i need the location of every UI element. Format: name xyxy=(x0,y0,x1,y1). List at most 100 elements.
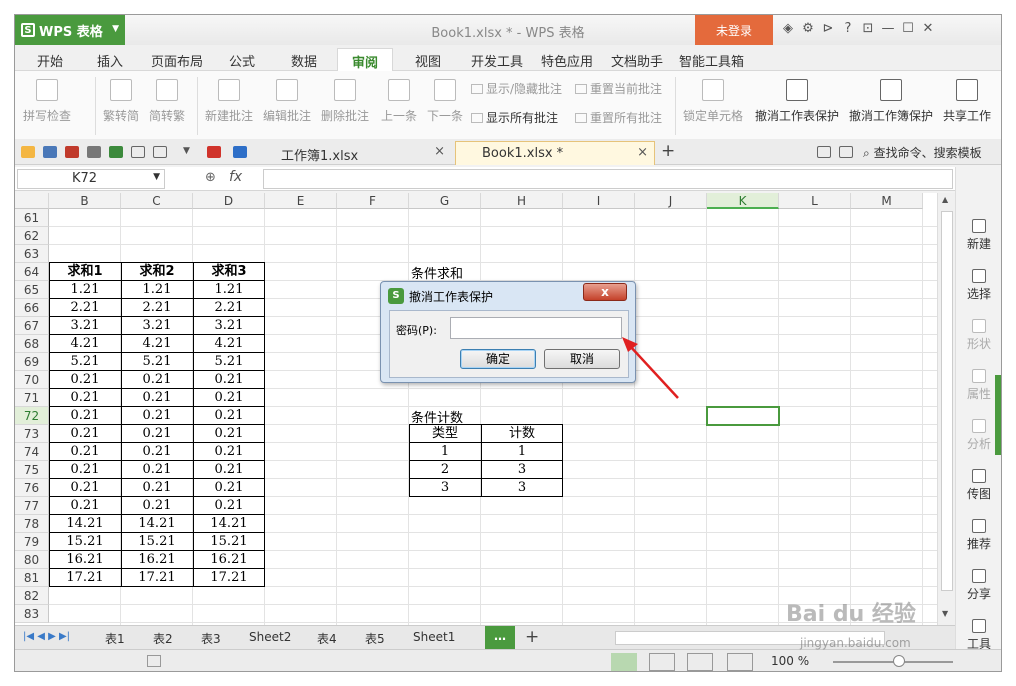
sheet-tab[interactable]: Sheet1 xyxy=(413,630,455,644)
row-header[interactable]: 63 xyxy=(15,245,49,263)
minimize-button[interactable]: — xyxy=(881,21,895,36)
normal-view-icon[interactable] xyxy=(611,653,637,671)
password-input[interactable] xyxy=(450,317,622,339)
cell[interactable]: 求和1 xyxy=(49,263,121,281)
zoom-level[interactable]: 100 % xyxy=(771,654,809,668)
cell[interactable]: 0.21 xyxy=(193,497,265,515)
row-header[interactable]: 82 xyxy=(15,587,49,605)
cell[interactable]: 类型 xyxy=(409,425,481,443)
reset-current-comment-button[interactable]: 重置当前批注 xyxy=(575,80,662,97)
cell[interactable]: 4.21 xyxy=(49,335,121,353)
trad-to-simp-button[interactable]: 繁转简 xyxy=(103,79,139,124)
maximize-button[interactable]: ☐ xyxy=(901,21,915,36)
cell[interactable]: 计数 xyxy=(481,425,563,443)
cell[interactable]: 2.21 xyxy=(193,299,265,317)
sheet-tab[interactable]: 表3 xyxy=(201,630,221,647)
delete-comment-button[interactable]: 删除批注 xyxy=(321,79,369,124)
cube-icon[interactable] xyxy=(233,146,247,158)
next-comment-button[interactable]: 下一条 xyxy=(427,79,463,124)
selected-cell-K72[interactable] xyxy=(706,406,780,426)
column-header[interactable]: F xyxy=(337,193,409,209)
tab-doc-assistant[interactable]: 文档助手 xyxy=(611,51,663,70)
open-icon[interactable] xyxy=(21,146,35,158)
cell[interactable]: 5.21 xyxy=(193,353,265,371)
cell[interactable]: 17.21 xyxy=(121,569,193,587)
cell[interactable]: 2.21 xyxy=(121,299,193,317)
menu-icon[interactable] xyxy=(839,146,853,158)
spell-check-button[interactable]: 拼写检查 xyxy=(23,79,71,124)
side-panel-toggle[interactable] xyxy=(995,375,1001,455)
side-panel-select[interactable]: 选择 xyxy=(956,269,1001,302)
cell[interactable]: 0.21 xyxy=(121,461,193,479)
row-header[interactable]: 61 xyxy=(15,209,49,227)
cell[interactable]: 0.21 xyxy=(49,497,121,515)
side-panel-upload-image[interactable]: 传图 xyxy=(956,469,1001,502)
reset-all-comments-button[interactable]: 重置所有批注 xyxy=(575,109,662,126)
cell[interactable]: 3 xyxy=(481,479,563,497)
page-break-view-icon[interactable] xyxy=(649,653,675,671)
side-panel-toolbox[interactable]: 工具 xyxy=(956,619,1001,652)
column-header[interactable]: C xyxy=(121,193,193,209)
cell[interactable]: 0.21 xyxy=(193,425,265,443)
side-panel-shape[interactable]: 形状 xyxy=(956,319,1001,352)
cell[interactable]: 1 xyxy=(409,443,481,461)
row-header[interactable]: 74 xyxy=(15,443,49,461)
column-header[interactable]: E xyxy=(265,193,337,209)
cell[interactable]: 14.21 xyxy=(121,515,193,533)
cell[interactable]: 2.21 xyxy=(49,299,121,317)
command-search[interactable]: ⌕ 查找命令、搜索模板 xyxy=(863,144,982,161)
row-header[interactable]: 72 xyxy=(15,407,49,425)
cell[interactable]: 0.21 xyxy=(49,443,121,461)
cell[interactable]: 0.21 xyxy=(121,371,193,389)
cell[interactable]: 0.21 xyxy=(193,443,265,461)
new-tab-icon[interactable]: + xyxy=(661,141,675,161)
print-preview-icon[interactable] xyxy=(109,146,123,158)
tab-insert[interactable]: 插入 xyxy=(97,51,123,70)
cell[interactable]: 0.21 xyxy=(121,479,193,497)
row-header[interactable]: 68 xyxy=(15,335,49,353)
page-layout-view-icon[interactable] xyxy=(687,653,713,671)
sheet-tab[interactable]: 表5 xyxy=(365,630,385,647)
row-header[interactable]: 79 xyxy=(15,533,49,551)
column-header[interactable]: G xyxy=(409,193,481,209)
cell[interactable]: 0.21 xyxy=(121,407,193,425)
close-button[interactable]: ✕ xyxy=(921,21,935,36)
save-icon[interactable] xyxy=(43,146,57,158)
row-header[interactable]: 67 xyxy=(15,317,49,335)
unprotect-sheet-button[interactable]: 撤消工作表保护 xyxy=(755,79,839,124)
row-header[interactable]: 78 xyxy=(15,515,49,533)
cell[interactable]: 15.21 xyxy=(49,533,121,551)
cond-count-label[interactable]: 条件计数 xyxy=(411,407,463,426)
close-tab-icon[interactable]: × xyxy=(637,145,648,160)
scroll-down-icon[interactable]: ▼ xyxy=(942,609,948,618)
cell[interactable]: 16.21 xyxy=(121,551,193,569)
cell[interactable]: 14.21 xyxy=(193,515,265,533)
row-header[interactable]: 71 xyxy=(15,389,49,407)
tab-smart-toolbox[interactable]: 智能工具箱 xyxy=(679,51,744,70)
cell[interactable]: 2 xyxy=(409,461,481,479)
export-pdf-icon[interactable] xyxy=(65,146,79,158)
cancel-button[interactable]: 取消 xyxy=(544,349,620,369)
cell[interactable]: 16.21 xyxy=(49,551,121,569)
cell[interactable]: 16.21 xyxy=(193,551,265,569)
cell[interactable]: 3.21 xyxy=(193,317,265,335)
cell[interactable]: 1 xyxy=(481,443,563,461)
cell[interactable]: 0.21 xyxy=(49,425,121,443)
cell[interactable]: 0.21 xyxy=(121,425,193,443)
settings-icon[interactable]: ⚙ xyxy=(801,21,815,36)
cell[interactable]: 0.21 xyxy=(193,479,265,497)
cell[interactable]: 0.21 xyxy=(49,407,121,425)
file-tab-workbook1[interactable]: 工作簿1.xlsx × xyxy=(255,141,451,165)
tab-page-layout[interactable]: 页面布局 xyxy=(151,51,203,70)
cell[interactable]: 0.21 xyxy=(121,389,193,407)
column-header[interactable]: J xyxy=(635,193,707,209)
edit-comment-button[interactable]: 编辑批注 xyxy=(263,79,311,124)
cell[interactable]: 0.21 xyxy=(193,407,265,425)
formula-input[interactable] xyxy=(263,169,953,189)
macro-icon[interactable] xyxy=(147,655,161,667)
column-header[interactable]: D xyxy=(193,193,265,209)
scroll-thumb[interactable] xyxy=(941,211,953,591)
sheet-tab[interactable]: 表4 xyxy=(317,630,337,647)
new-comment-button[interactable]: 新建批注 xyxy=(205,79,253,124)
cell[interactable]: 0.21 xyxy=(121,497,193,515)
